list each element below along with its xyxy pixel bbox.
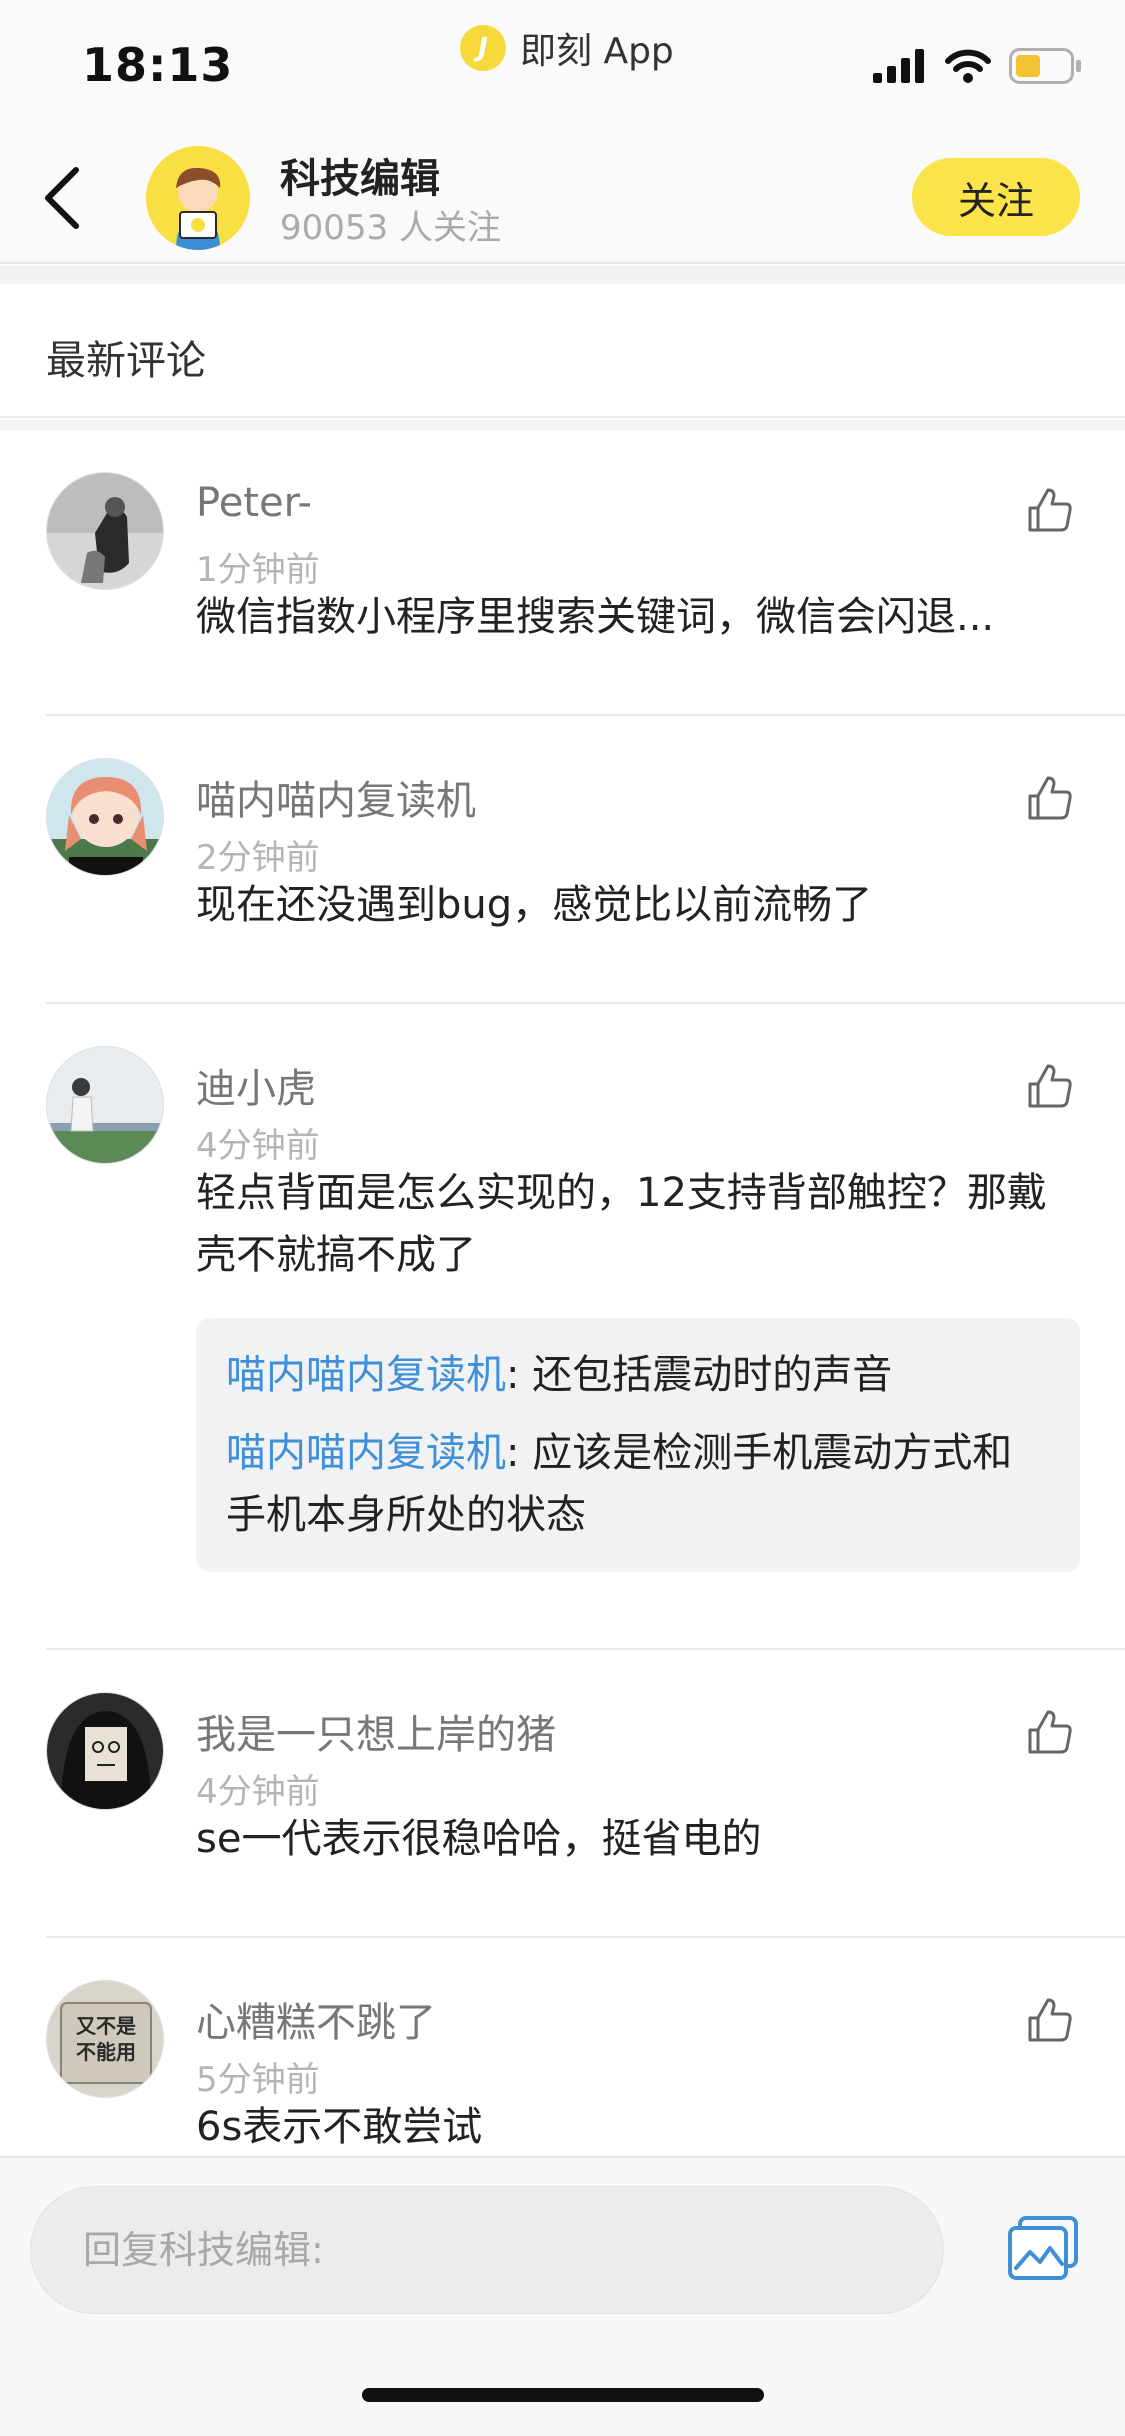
user-avatar[interactable]: [46, 1046, 164, 1164]
reply-item: 喵内喵内复读机: 应该是检测手机震动方式和手机本身所处的状态: [226, 1422, 1050, 1546]
comment-time: 5分钟前: [196, 2060, 320, 2100]
comment-time: 4分钟前: [196, 1126, 320, 1166]
comment-time: 2分钟前: [196, 838, 320, 878]
section-separator: [0, 420, 1125, 430]
user-avatar[interactable]: [46, 758, 164, 876]
reply-item: 喵内喵内复读机: 还包括震动时的声音: [226, 1344, 1050, 1406]
comment-time: 4分钟前: [196, 1772, 320, 1812]
topic-header: 科技编辑 90053 人关注 关注: [0, 132, 1125, 264]
thumbs-up-icon[interactable]: [1026, 774, 1074, 822]
divider: [46, 1648, 1125, 1650]
comment-username[interactable]: 我是一只想上岸的猪: [196, 1702, 556, 1760]
comment-text: 6s表示不敢尝试: [196, 2104, 483, 2150]
return-to-app-indicator[interactable]: J 即刻 App: [460, 22, 674, 74]
user-avatar[interactable]: [46, 472, 164, 590]
app-name-label: 即刻 App: [520, 31, 674, 72]
comment-text: 微信指数小程序里搜索关键词，微信会闪退...: [196, 594, 995, 640]
comment-item: 我是一只想上岸的猪 4分钟前 se一代表示很稳哈哈，挺省电的: [0, 1652, 1125, 1940]
masked-face-avatar-icon: [47, 1693, 163, 1809]
back-chevron-icon[interactable]: [38, 164, 90, 232]
comment-time: 1分钟前: [196, 550, 320, 590]
thumbs-up-icon[interactable]: [1026, 1062, 1074, 1110]
avatar-text-line: 又不是: [76, 2014, 136, 2038]
avatar-text-line: 不能用: [76, 2040, 136, 2064]
reply-thread[interactable]: 喵内喵内复读机: 还包括震动时的声音 喵内喵内复读机: 应该是检测手机震动方式和…: [196, 1318, 1080, 1572]
comment-username[interactable]: 迪小虎: [196, 1056, 316, 1114]
user-avatar[interactable]: 又不是 不能用: [46, 1980, 164, 2098]
comment-username[interactable]: 喵内喵内复读机: [196, 768, 476, 826]
user-photo-avatar-icon: [47, 473, 163, 589]
comment-text: 轻点背面是怎么实现的，12支持背部触控？那戴壳不就搞不成了: [196, 1170, 1047, 1278]
thumbs-up-icon[interactable]: [1026, 1996, 1074, 2044]
thumbs-up-icon[interactable]: [1026, 486, 1074, 534]
comment-username[interactable]: 心糟糕不跳了: [196, 1990, 436, 2048]
status-time: 18:13: [82, 38, 234, 92]
comment-item: Peter- 1分钟前 微信指数小程序里搜索关键词，微信会闪退...: [0, 430, 1125, 718]
reply-text: : 还包括震动时的声音: [506, 1352, 893, 1398]
home-indicator[interactable]: [362, 2388, 764, 2402]
anime-girl-avatar-icon: [47, 759, 163, 875]
comment-username[interactable]: Peter-: [196, 480, 312, 526]
jike-app-icon: J: [460, 25, 506, 71]
reply-username[interactable]: 喵内喵内复读机: [226, 1352, 506, 1398]
divider: [46, 1002, 1125, 1004]
tech-editor-avatar-icon: [146, 146, 250, 250]
reply-input[interactable]: [30, 2186, 944, 2314]
user-avatar[interactable]: [46, 1692, 164, 1810]
image-picker-icon[interactable]: [1008, 2216, 1078, 2280]
wifi-icon: [945, 49, 991, 83]
reply-username[interactable]: 喵内喵内复读机: [226, 1430, 506, 1476]
follower-count: 90053 人关注: [280, 208, 501, 248]
comment-list[interactable]: Peter- 1分钟前 微信指数小程序里搜索关键词，微信会闪退... 喵内喵内复…: [0, 430, 1125, 2156]
topic-title: 科技编辑: [280, 156, 440, 202]
sticker-text-avatar-icon: 又不是 不能用: [47, 1981, 163, 2097]
landscape-photo-avatar-icon: [47, 1047, 163, 1163]
app-badge-letter: J: [478, 33, 488, 63]
section-header: 最新评论: [0, 284, 1125, 418]
follow-button[interactable]: 关注: [912, 158, 1080, 236]
cellular-signal-icon: [873, 49, 924, 83]
divider: [46, 1936, 1125, 1938]
comment-text: 现在还没遇到bug，感觉比以前流畅了: [196, 882, 873, 928]
comment-item: 又不是 不能用 心糟糕不跳了 5分钟前 6s表示不敢尝试: [0, 1940, 1125, 2156]
screen: 18:13 J 即刻 App 科技编辑 90053 人关注 关注 最新评论 Pe…: [0, 0, 1125, 2436]
section-separator: [0, 266, 1125, 284]
comment-item: 迪小虎 4分钟前 轻点背面是怎么实现的，12支持背部触控？那戴壳不就搞不成了 喵…: [0, 1006, 1125, 1652]
battery-icon: [1009, 48, 1081, 84]
divider: [46, 714, 1125, 716]
status-icons: [873, 48, 1083, 84]
comment-text: se一代表示很稳哈哈，挺省电的: [196, 1816, 762, 1862]
section-title: 最新评论: [46, 338, 206, 384]
comment-item: 喵内喵内复读机 2分钟前 现在还没遇到bug，感觉比以前流畅了: [0, 718, 1125, 1006]
status-bar: 18:13 J 即刻 App: [0, 0, 1125, 132]
topic-avatar[interactable]: [146, 146, 250, 250]
thumbs-up-icon[interactable]: [1026, 1708, 1074, 1756]
